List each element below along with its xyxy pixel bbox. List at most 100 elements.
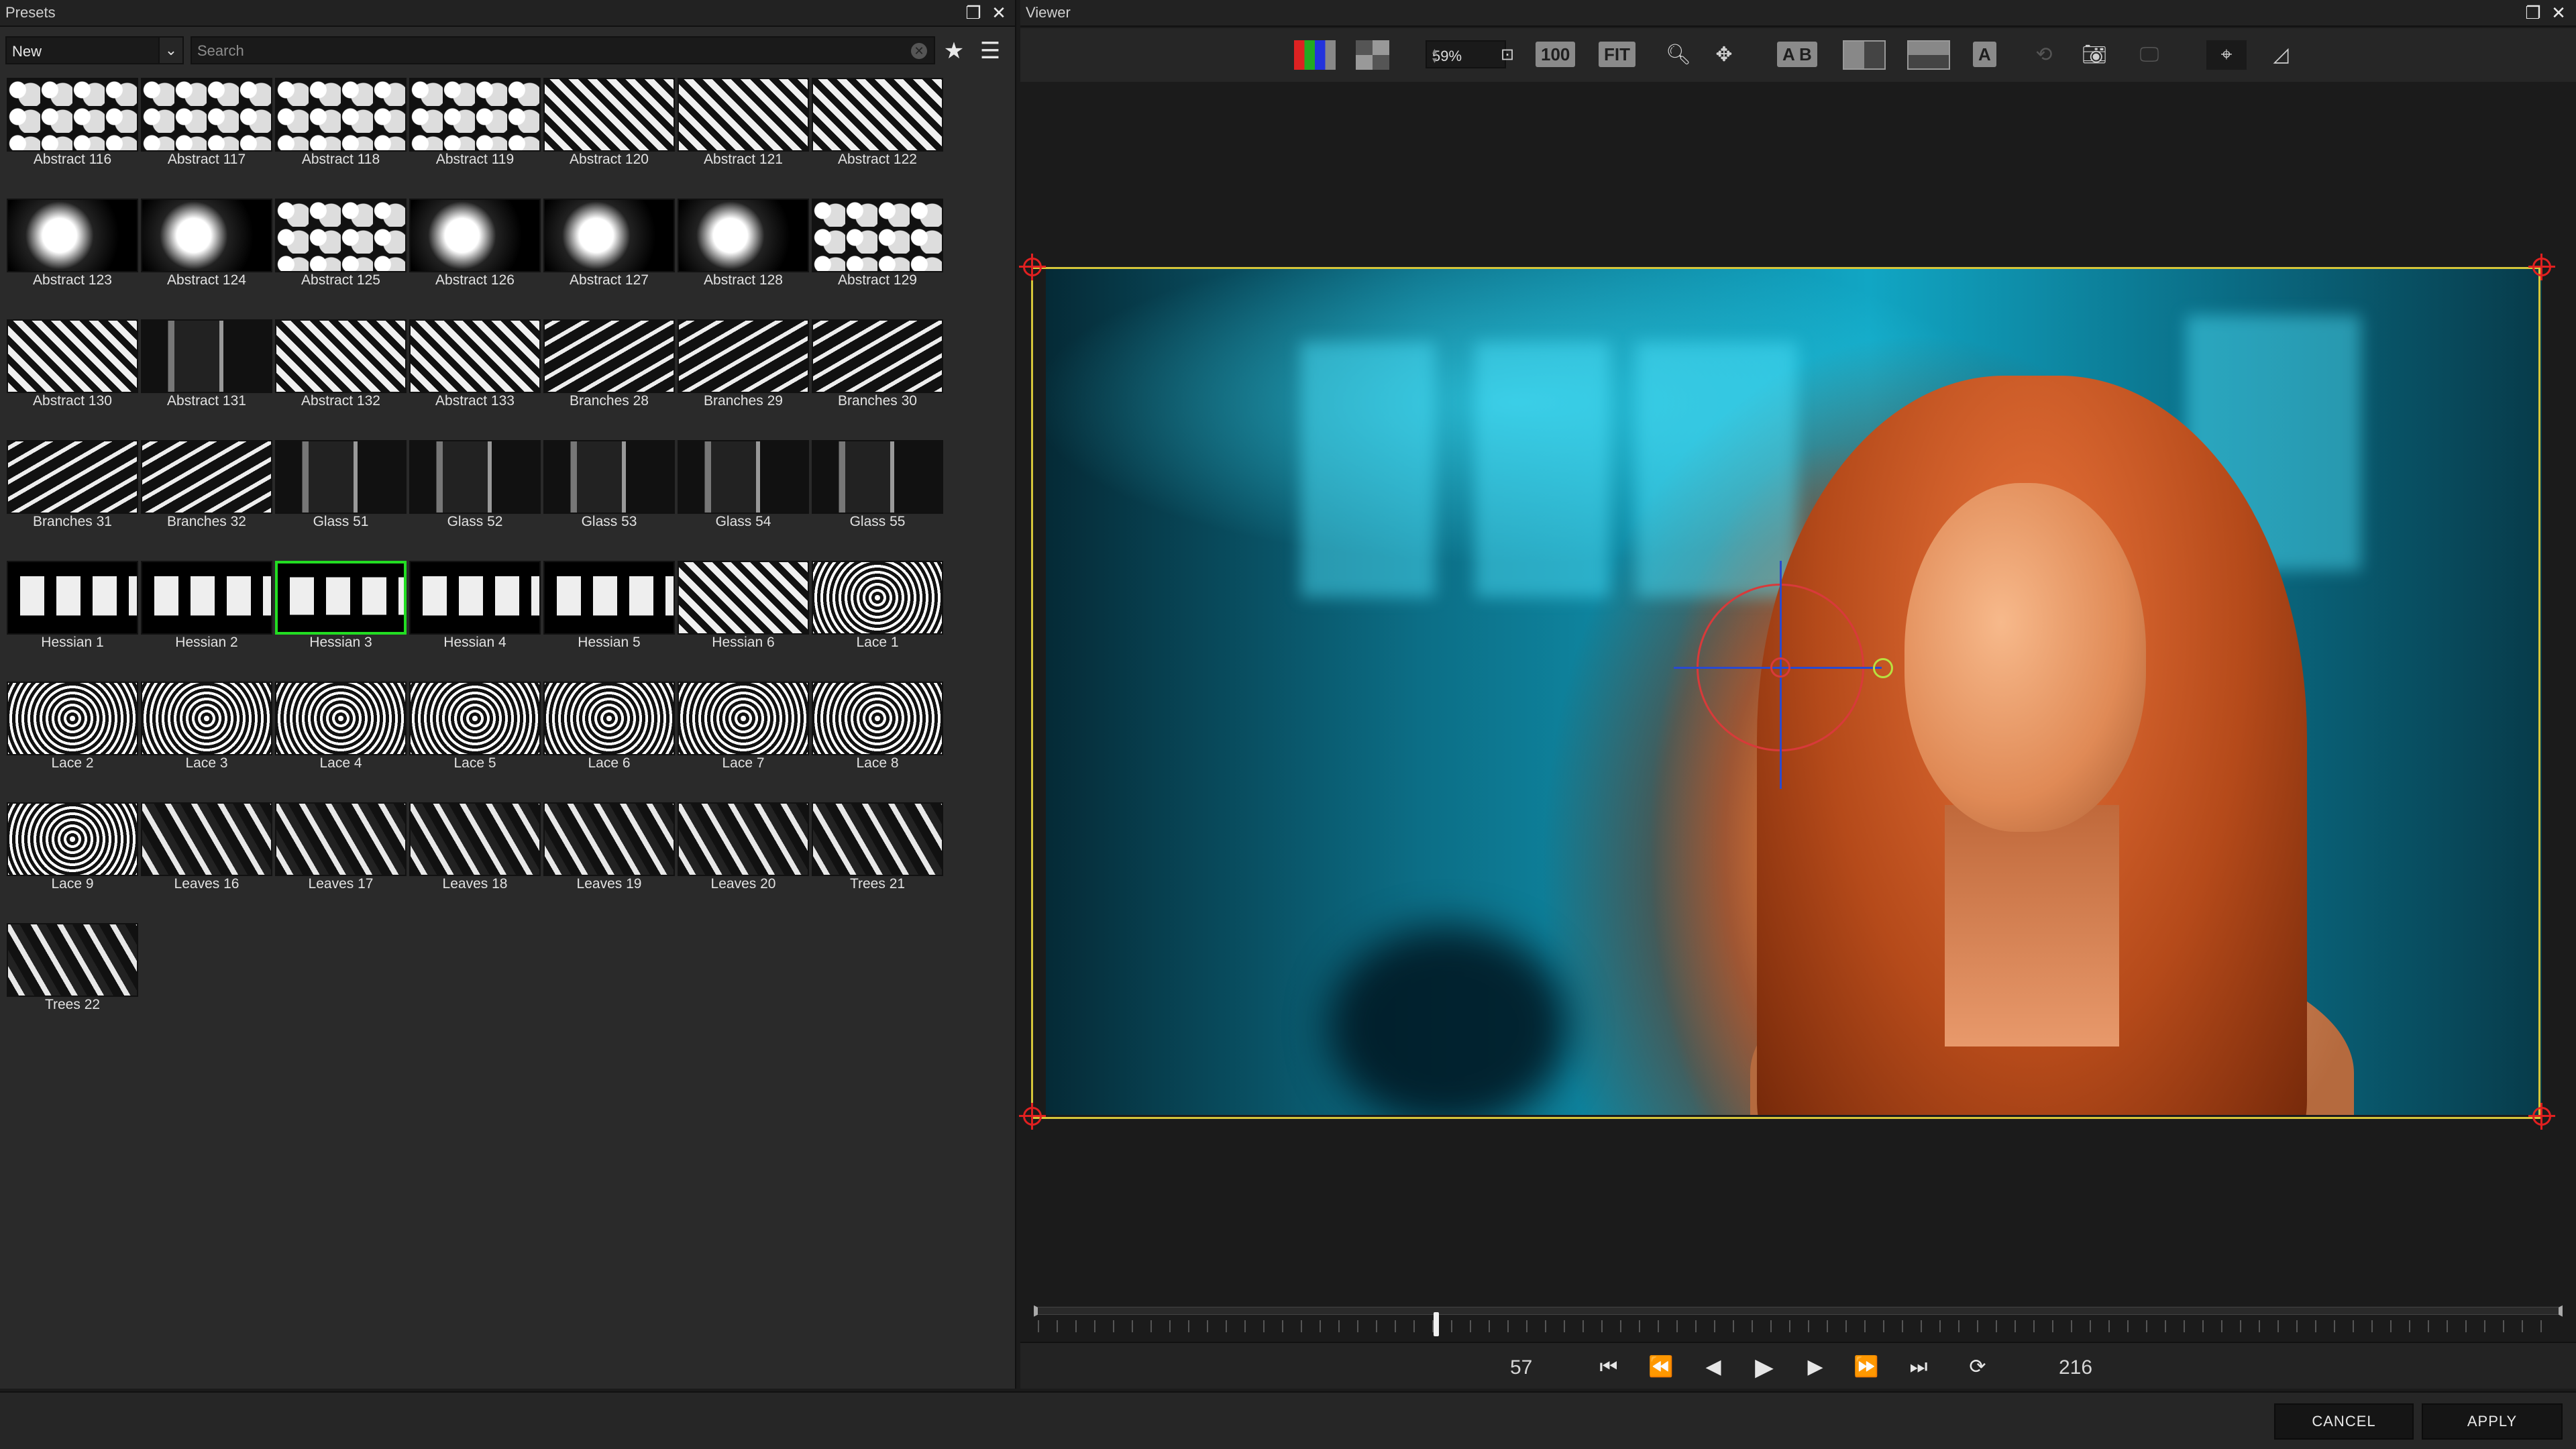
step-forward-icon[interactable]: ▶: [1799, 1354, 1832, 1381]
preset-preview[interactable]: [812, 319, 943, 393]
preset-preview[interactable]: [141, 802, 272, 876]
rgb-channels-icon[interactable]: [1294, 40, 1336, 70]
preset-preview[interactable]: [7, 682, 138, 755]
preset-preview[interactable]: [141, 440, 272, 514]
preset-thumbnail[interactable]: Abstract 128: [678, 199, 809, 317]
timeline-track[interactable]: [1038, 1307, 2559, 1315]
preset-preview[interactable]: [275, 319, 407, 393]
timeline[interactable]: ▶ ◀: [1020, 1292, 2576, 1339]
preset-thumbnail[interactable]: Abstract 126: [409, 199, 541, 317]
preset-thumbnail[interactable]: Lace 4: [275, 682, 407, 800]
preset-thumbnail[interactable]: Abstract 120: [543, 78, 675, 196]
ab-compare-button[interactable]: A B: [1777, 42, 1817, 67]
preset-thumbnail[interactable]: Abstract 130: [7, 319, 138, 437]
center-crosshair-widget[interactable]: [1674, 561, 1902, 789]
preset-preview[interactable]: [7, 78, 138, 152]
preset-thumbnail[interactable]: Branches 31: [7, 440, 138, 558]
preset-thumbnail[interactable]: Abstract 124: [141, 199, 272, 317]
preset-preview[interactable]: [7, 319, 138, 393]
preset-preview[interactable]: [678, 199, 809, 272]
preset-preview[interactable]: [543, 682, 675, 755]
go-to-end-icon[interactable]: ⏭: [1902, 1354, 1935, 1381]
preset-preview[interactable]: [812, 78, 943, 152]
corner-handle-top-left[interactable]: [1019, 254, 1046, 280]
preset-preview[interactable]: [409, 319, 541, 393]
rewind-icon[interactable]: ⏪: [1644, 1354, 1678, 1381]
preset-preview[interactable]: [7, 923, 138, 997]
preset-preview[interactable]: [409, 440, 541, 514]
monitor-icon[interactable]: 🖵: [2133, 40, 2166, 70]
preset-thumbnail[interactable]: Hessian 2: [141, 561, 272, 679]
preset-thumbnail[interactable]: Branches 29: [678, 319, 809, 437]
preset-preview[interactable]: [678, 440, 809, 514]
preset-thumbnail[interactable]: Abstract 129: [812, 199, 943, 317]
preset-preview[interactable]: [812, 682, 943, 755]
preset-thumbnail[interactable]: Leaves 18: [409, 802, 541, 920]
preset-thumbnail[interactable]: Abstract 127: [543, 199, 675, 317]
preset-thumbnail[interactable]: Leaves 19: [543, 802, 675, 920]
preset-preview[interactable]: [141, 199, 272, 272]
loop-icon[interactable]: ⟳: [1961, 1354, 1994, 1381]
search-input[interactable]: [197, 40, 895, 62]
play-icon[interactable]: ▶: [1748, 1354, 1781, 1381]
preset-thumbnail[interactable]: Lace 9: [7, 802, 138, 920]
preset-thumbnail[interactable]: Hessian 3: [275, 561, 407, 679]
preset-thumbnail[interactable]: Trees 21: [812, 802, 943, 920]
preset-thumbnail[interactable]: Leaves 16: [141, 802, 272, 920]
preset-thumbnail[interactable]: Abstract 132: [275, 319, 407, 437]
pan-move-icon[interactable]: ✥: [1707, 40, 1741, 70]
preset-preview[interactable]: [7, 440, 138, 514]
category-dropdown[interactable]: New ⌄: [5, 36, 184, 64]
close-icon[interactable]: ✕: [989, 3, 1009, 23]
preset-thumbnail[interactable]: Hessian 6: [678, 561, 809, 679]
preset-preview[interactable]: [141, 319, 272, 393]
preset-preview[interactable]: [543, 199, 675, 272]
fast-forward-icon[interactable]: ⏩: [1849, 1354, 1883, 1381]
preset-preview[interactable]: [678, 319, 809, 393]
preset-preview[interactable]: [7, 199, 138, 272]
clear-search-icon[interactable]: ✕: [911, 43, 927, 59]
preset-thumbnail[interactable]: Abstract 122: [812, 78, 943, 196]
search-box[interactable]: ✕: [191, 36, 935, 64]
preset-thumbnail[interactable]: Abstract 123: [7, 199, 138, 317]
preset-thumbnail[interactable]: Abstract 119: [409, 78, 541, 196]
preset-thumbnail[interactable]: Lace 1: [812, 561, 943, 679]
preset-thumbnail[interactable]: Glass 54: [678, 440, 809, 558]
preset-thumbnail[interactable]: Abstract 116: [7, 78, 138, 196]
preset-thumbnail[interactable]: Leaves 17: [275, 802, 407, 920]
preset-preview[interactable]: [543, 440, 675, 514]
preset-preview[interactable]: [812, 440, 943, 514]
preset-thumbnail[interactable]: Leaves 20: [678, 802, 809, 920]
viewer-canvas[interactable]: [1019, 82, 2576, 1289]
preset-preview[interactable]: [409, 682, 541, 755]
preset-thumbnail[interactable]: Abstract 121: [678, 78, 809, 196]
preset-preview[interactable]: [409, 78, 541, 152]
corner-handle-bottom-right[interactable]: [2528, 1103, 2555, 1130]
preset-preview[interactable]: [543, 319, 675, 393]
preset-preview[interactable]: [275, 78, 407, 152]
zoom-fit-button[interactable]: FIT: [1599, 42, 1635, 67]
step-back-icon[interactable]: ◀: [1697, 1354, 1730, 1381]
preset-thumbnail[interactable]: Branches 28: [543, 319, 675, 437]
link-icon[interactable]: ⟲: [2031, 40, 2057, 70]
camera-snapshot-icon[interactable]: 📷︎: [2078, 40, 2111, 70]
preset-preview[interactable]: [678, 78, 809, 152]
preset-preview[interactable]: [275, 561, 407, 635]
radius-handle[interactable]: [1873, 658, 1893, 678]
preset-thumbnail[interactable]: Hessian 1: [7, 561, 138, 679]
preset-preview[interactable]: [141, 682, 272, 755]
preset-thumbnail[interactable]: Hessian 4: [409, 561, 541, 679]
fit-frame-icon[interactable]: ⊡: [1495, 40, 1519, 70]
magnifier-icon[interactable]: 🔍︎: [1662, 40, 1695, 70]
preset-thumbnail[interactable]: Lace 8: [812, 682, 943, 800]
cancel-button[interactable]: CANCEL: [2274, 1403, 2414, 1440]
preset-preview[interactable]: [678, 682, 809, 755]
preset-preview[interactable]: [812, 561, 943, 635]
apply-button[interactable]: APPLY: [2422, 1403, 2563, 1440]
preset-preview[interactable]: [409, 199, 541, 272]
preset-preview[interactable]: [275, 199, 407, 272]
star-icon[interactable]: ★: [941, 38, 967, 64]
preset-preview[interactable]: [141, 78, 272, 152]
preset-thumbnail[interactable]: Lace 2: [7, 682, 138, 800]
preset-thumbnail[interactable]: Hessian 5: [543, 561, 675, 679]
